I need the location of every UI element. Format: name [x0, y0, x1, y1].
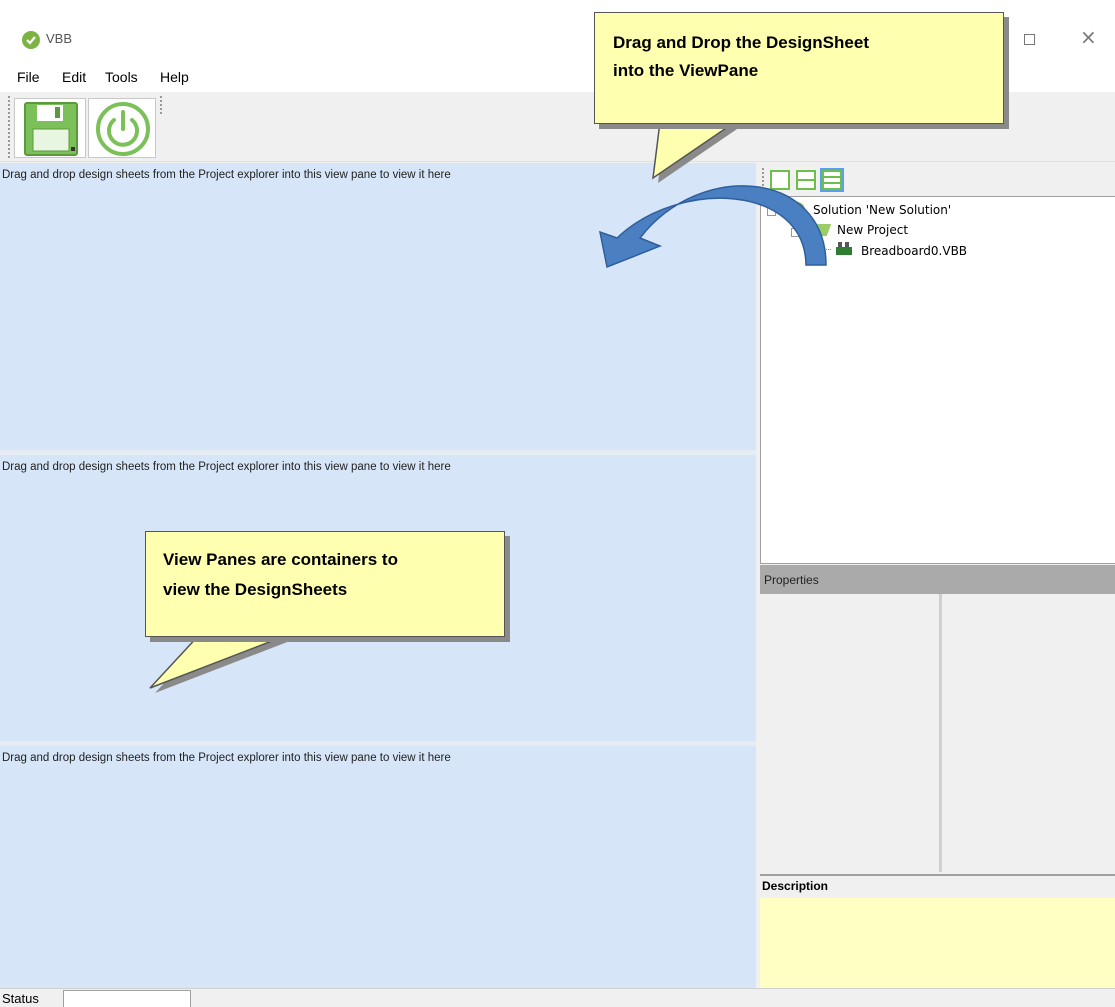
- callout-drag-drop-line1: Drag and Drop the DesignSheet: [613, 33, 869, 52]
- callout-drag-drop: Drag and Drop the DesignSheet into the V…: [594, 12, 1004, 124]
- callout-view-panes-line1: View Panes are containers to: [163, 550, 398, 569]
- callout-view-panes: View Panes are containers to view the De…: [145, 531, 505, 637]
- callout-view-panes-line2: view the DesignSheets: [163, 580, 348, 599]
- drag-arrow-icon: [599, 185, 827, 269]
- callout-drag-drop-line2: into the ViewPane: [613, 61, 759, 80]
- annotation-overlay: [149, 121, 827, 693]
